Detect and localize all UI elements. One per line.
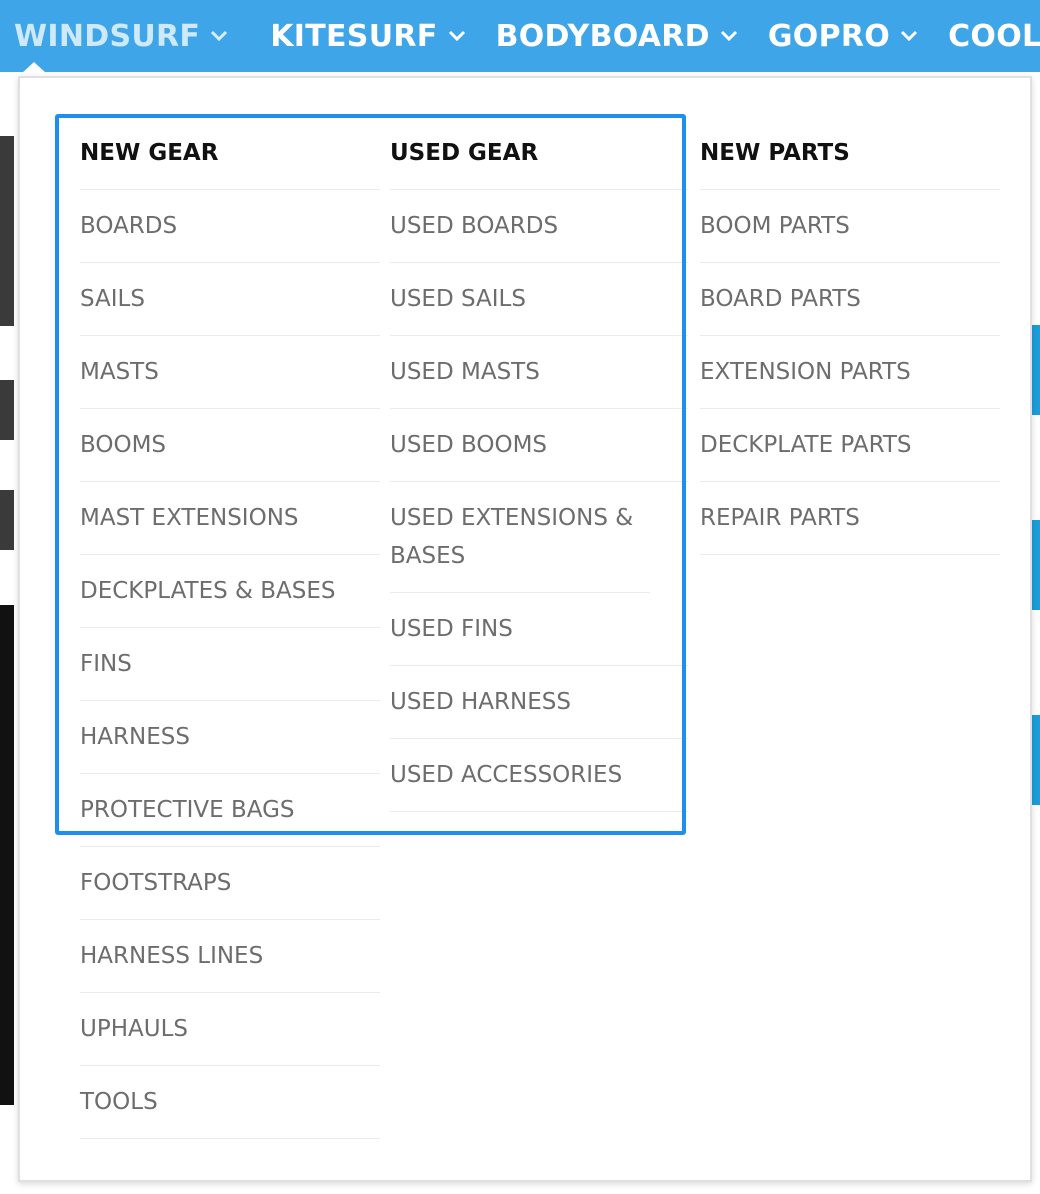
chevron-down-icon: [448, 30, 466, 42]
background-image-strip: [0, 605, 14, 1105]
menu-link-used-accessories[interactable]: USED ACCESSORIES: [390, 739, 688, 812]
menu-link-repair-parts[interactable]: REPAIR PARTS: [700, 482, 1000, 555]
menu-link-boom-parts[interactable]: BOOM PARTS: [700, 190, 1000, 263]
menu-link-used-harness[interactable]: USED HARNESS: [390, 666, 688, 739]
nav-item-label: KITESURF: [270, 18, 438, 54]
column-heading: NEW GEAR: [80, 116, 380, 190]
menu-link-footstraps[interactable]: FOOTSTRAPS: [80, 847, 380, 920]
background-image-strip: [0, 490, 14, 550]
menu-link-uphauls[interactable]: UPHAULS: [80, 993, 380, 1066]
column-heading: NEW PARTS: [700, 116, 1000, 190]
chevron-down-icon: [900, 30, 918, 42]
menu-link-deckplate-parts[interactable]: DECKPLATE PARTS: [700, 409, 1000, 482]
column-heading: USED GEAR: [390, 116, 688, 190]
menu-link-harness[interactable]: HARNESS: [80, 701, 380, 774]
nav-item-label: GOPRO: [767, 18, 891, 54]
menu-link-used-sails[interactable]: USED SAILS: [390, 263, 688, 336]
menu-link-tools[interactable]: TOOLS: [80, 1066, 380, 1139]
menu-link-sails[interactable]: SAILS: [80, 263, 380, 336]
new-gear-column: NEW GEAR BOARDS SAILS MASTS BOOMS MAST E…: [80, 116, 380, 1139]
menu-link-used-booms[interactable]: USED BOOMS: [390, 409, 688, 482]
menu-link-harness-lines[interactable]: HARNESS LINES: [80, 920, 380, 993]
new-parts-column: NEW PARTS BOOM PARTS BOARD PARTS EXTENSI…: [700, 116, 1000, 555]
nav-item-bodyboard[interactable]: BODYBOARD: [496, 19, 738, 54]
menu-link-masts[interactable]: MASTS: [80, 336, 380, 409]
chevron-down-icon: [210, 30, 228, 42]
menu-link-used-extensions-bases[interactable]: USED EXTENSIONS & BASES: [390, 482, 650, 593]
nav-item-gopro[interactable]: GOPRO: [768, 19, 918, 54]
menu-link-used-masts[interactable]: USED MASTS: [390, 336, 688, 409]
menu-link-board-parts[interactable]: BOARD PARTS: [700, 263, 1000, 336]
menu-link-used-boards[interactable]: USED BOARDS: [390, 190, 688, 263]
chevron-down-icon: [720, 30, 738, 42]
top-navigation: WINDSURF KITESURF BODYBOARD GOPRO COOL S…: [0, 0, 1040, 72]
dropdown-caret: [21, 62, 47, 74]
menu-link-used-fins[interactable]: USED FINS: [390, 593, 688, 666]
nav-item-kitesurf[interactable]: KITESURF: [270, 19, 465, 54]
menu-link-boards[interactable]: BOARDS: [80, 190, 380, 263]
menu-link-protective-bags[interactable]: PROTECTIVE BAGS: [80, 774, 380, 847]
nav-item-cool-stuff[interactable]: COOL STU: [948, 19, 1040, 54]
background-image-strip: [0, 136, 14, 326]
menu-link-booms[interactable]: BOOMS: [80, 409, 380, 482]
used-gear-column: USED GEAR USED BOARDS USED SAILS USED MA…: [390, 116, 688, 812]
nav-item-label: BODYBOARD: [495, 18, 710, 54]
menu-link-deckplates-bases[interactable]: DECKPLATES & BASES: [80, 555, 380, 628]
background-image-strip: [0, 380, 14, 440]
nav-item-windsurf[interactable]: WINDSURF: [14, 19, 228, 54]
menu-link-fins[interactable]: FINS: [80, 628, 380, 701]
nav-item-label: COOL STU: [948, 18, 1040, 54]
nav-item-label: WINDSURF: [14, 18, 201, 54]
menu-link-mast-extensions[interactable]: MAST EXTENSIONS: [80, 482, 380, 555]
menu-link-extension-parts[interactable]: EXTENSION PARTS: [700, 336, 1000, 409]
